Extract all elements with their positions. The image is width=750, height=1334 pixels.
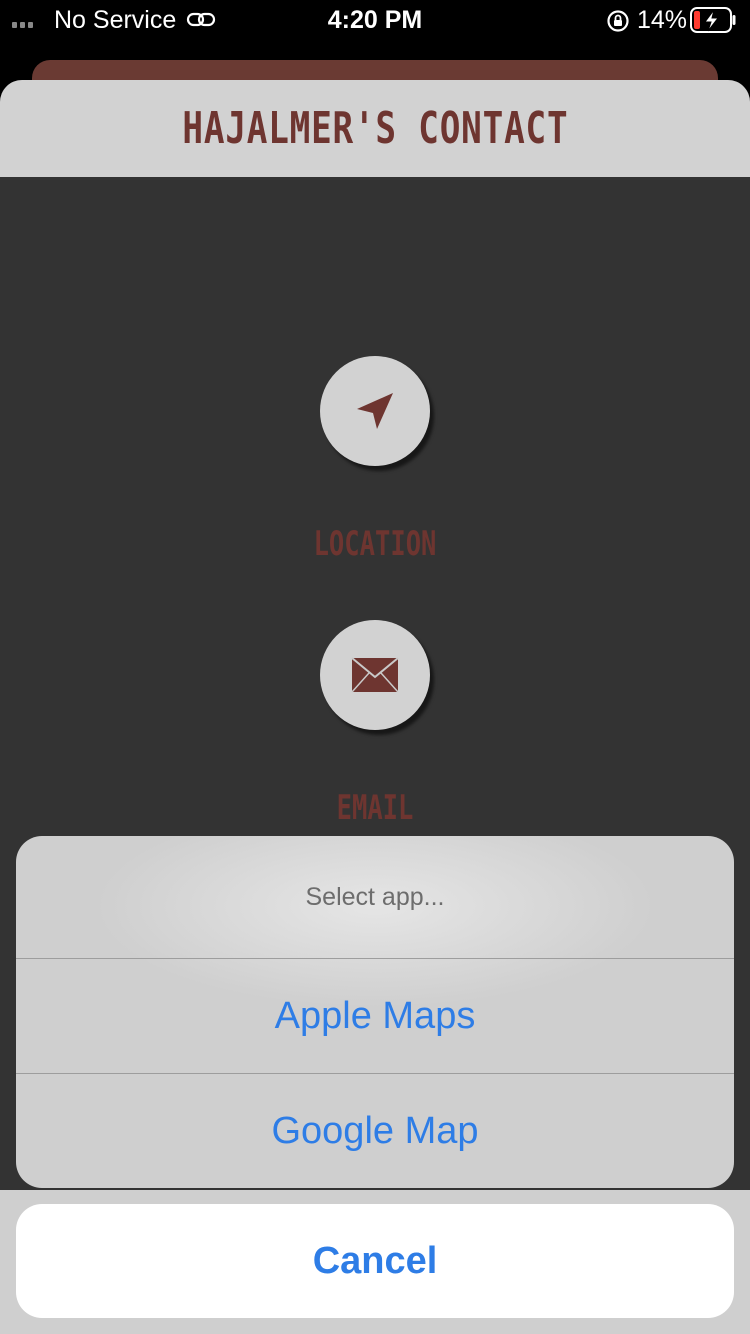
email-button[interactable] [320, 620, 430, 730]
rotation-lock-icon [607, 10, 629, 32]
cancel-button[interactable]: Cancel [16, 1204, 734, 1318]
location-arrow-icon [357, 393, 393, 429]
action-sheet-title: Select app... [305, 882, 445, 911]
apple-maps-option[interactable]: Apple Maps [16, 958, 734, 1073]
location-label: LOCATION [313, 524, 437, 564]
status-bar: No Service 4:20 PM 14% [0, 0, 750, 42]
location-button[interactable] [320, 356, 430, 466]
battery-percent: 14% [637, 6, 688, 34]
battery-charging-icon [690, 7, 736, 33]
google-map-option[interactable]: Google Map [16, 1073, 734, 1188]
envelope-icon [351, 657, 399, 693]
screen: No Service 4:20 PM 14% HAJALMER'S CONTAC… [0, 0, 750, 1334]
email-label: EMAIL [336, 788, 414, 828]
action-sheet: Select app... Apple Maps Google Map [16, 836, 734, 1188]
page-title: HAJALMER'S CONTACT [182, 103, 568, 154]
modal-header: HAJALMER'S CONTACT [0, 80, 750, 177]
